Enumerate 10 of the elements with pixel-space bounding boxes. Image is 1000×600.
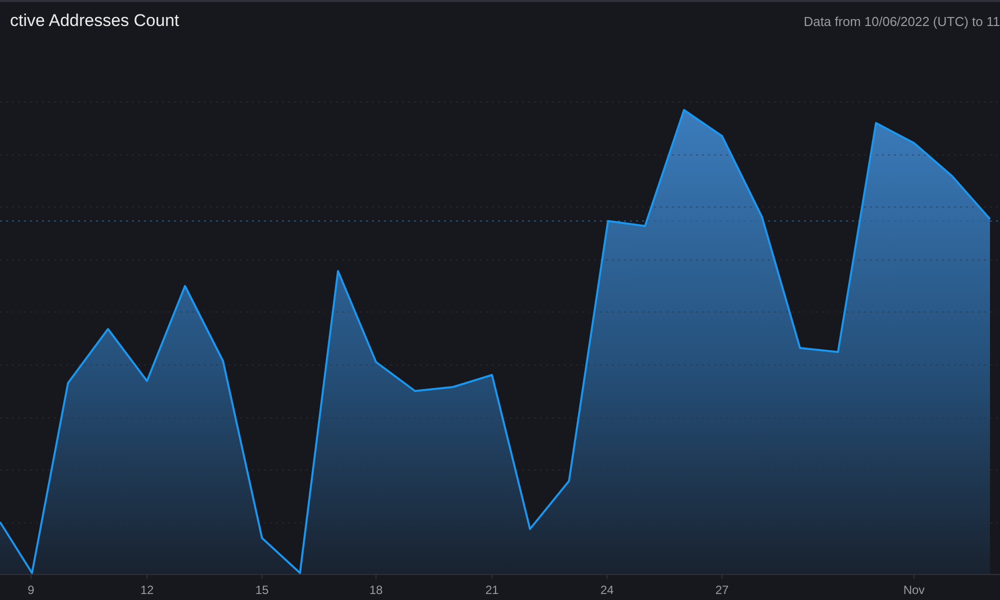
x-axis-label: 15 (255, 583, 269, 597)
x-axis-label: 21 (485, 583, 499, 597)
x-axis-label: 27 (715, 583, 729, 597)
x-axis-label: 18 (369, 583, 383, 597)
chart-title: ctive Addresses Count (10, 11, 180, 31)
x-axis-label: 24 (600, 583, 614, 597)
x-axis-label: 9 (28, 583, 34, 597)
x-axis-label: 12 (140, 583, 154, 597)
x-axis-label: Nov (903, 583, 925, 597)
date-range-label: Data from 10/06/2022 (UTC) to 11 (804, 14, 1000, 28)
